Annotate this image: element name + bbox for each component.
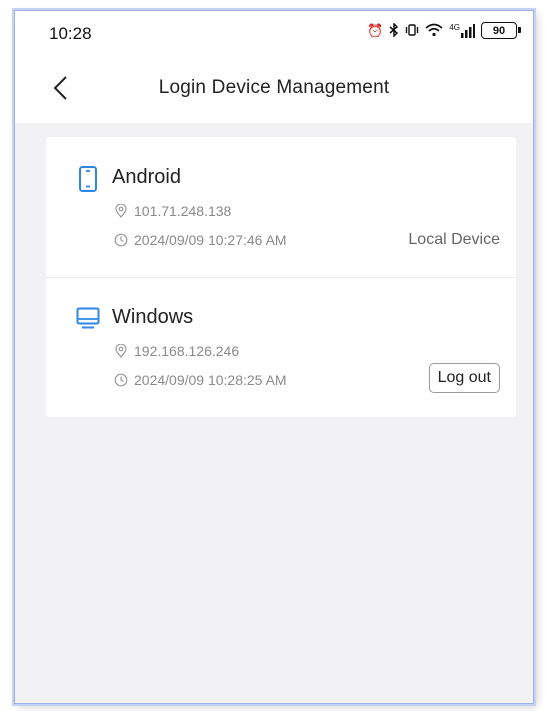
ip-address: 101.71.248.138 bbox=[134, 203, 232, 219]
battery-indicator: 90 bbox=[481, 22, 521, 39]
device-item-android: Android 101.71.248.138 2024/09/09 10:27:… bbox=[46, 137, 516, 278]
cellular-signal-icon: 4G bbox=[449, 22, 475, 38]
device-ip: 192.168.126.246 bbox=[114, 343, 239, 359]
device-name: Windows bbox=[112, 306, 194, 328]
monitor-icon bbox=[76, 306, 100, 330]
login-timestamp: 2024/09/09 10:27:46 AM bbox=[134, 232, 287, 248]
device-login-time: 2024/09/09 10:28:25 AM bbox=[114, 372, 287, 388]
alarm-icon: ⏰ bbox=[367, 23, 384, 38]
device-list: Android 101.71.248.138 2024/09/09 10:27:… bbox=[46, 137, 516, 417]
local-device-label: Local Device bbox=[408, 231, 500, 248]
device-name: Android bbox=[112, 166, 181, 188]
phone-icon bbox=[76, 166, 100, 192]
device-item-windows: Windows 192.168.126.246 2024/09/09 10:28… bbox=[46, 277, 516, 417]
status-icons: ⏰ 4G 90 bbox=[367, 21, 521, 39]
app-window: 10:28 ⏰ 4G 90 Login Device Management An… bbox=[14, 10, 534, 704]
status-time: 10:28 bbox=[49, 24, 92, 43]
logout-button[interactable]: Log out bbox=[428, 363, 500, 393]
clock-icon bbox=[114, 233, 128, 247]
device-login-time: 2024/09/09 10:27:46 AM bbox=[114, 232, 287, 248]
bluetooth-icon bbox=[389, 21, 399, 39]
ip-address: 192.168.126.246 bbox=[134, 343, 240, 359]
location-icon bbox=[115, 204, 127, 218]
device-ip: 101.71.248.138 bbox=[114, 203, 231, 219]
network-type: 4G bbox=[449, 22, 460, 32]
vibrate-icon bbox=[405, 23, 419, 39]
location-icon bbox=[115, 344, 127, 358]
login-timestamp: 2024/09/09 10:28:25 AM bbox=[134, 372, 287, 388]
top-bar: 10:28 ⏰ 4G 90 Login Device Management bbox=[15, 11, 533, 123]
wifi-icon bbox=[425, 23, 443, 39]
clock-icon bbox=[114, 373, 128, 387]
page-title: Login Device Management bbox=[158, 77, 390, 98]
